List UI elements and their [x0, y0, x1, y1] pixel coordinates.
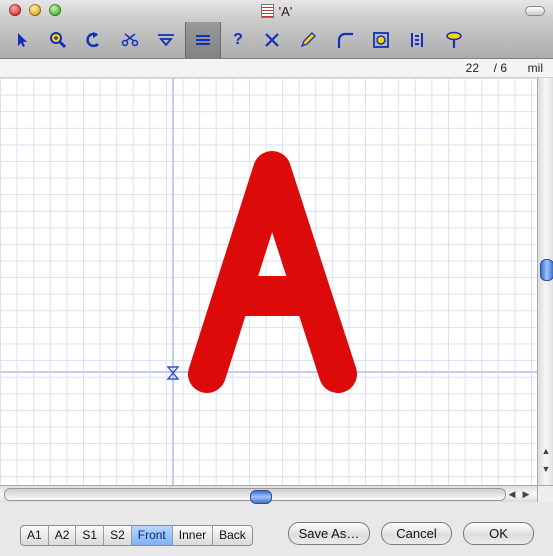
cancel-button[interactable]: Cancel — [381, 522, 452, 545]
document-icon — [260, 4, 274, 18]
layer-tab-a2[interactable]: A2 — [49, 526, 77, 545]
target-tool[interactable] — [367, 26, 395, 54]
rotate-icon — [86, 32, 99, 48]
cross-icon — [265, 33, 279, 47]
stroke-width-value: 22 — [465, 61, 479, 75]
cross-tool[interactable] — [258, 26, 286, 54]
corner-tool[interactable] — [331, 26, 359, 54]
lines-tool[interactable] — [185, 22, 221, 58]
pen-icon — [300, 32, 316, 48]
target-icon — [373, 32, 389, 48]
toolbar: ? — [0, 22, 553, 59]
scroll-right-arrow-icon[interactable]: ▶ — [520, 488, 532, 500]
help-tool[interactable]: ? — [224, 26, 252, 54]
horizontal-scroll-thumb[interactable] — [250, 490, 272, 504]
cut-icon — [121, 33, 139, 47]
stroke-ratio-value: / 6 — [493, 61, 507, 75]
pen-tool[interactable] — [294, 26, 322, 54]
funnel-tool[interactable] — [152, 26, 180, 54]
resize-corner[interactable] — [537, 485, 553, 502]
zoom-in-icon — [50, 32, 67, 49]
layer-tab-a1[interactable]: A1 — [21, 526, 49, 545]
zoom-tool[interactable] — [44, 26, 72, 54]
horizontal-scroll-track[interactable] — [4, 488, 506, 504]
glyph-outline[interactable] — [0, 78, 537, 485]
cut-tool[interactable] — [116, 26, 144, 54]
layer-selector: A1 A2 S1 S2 Front Inner Back — [20, 525, 253, 546]
select-arrow-icon — [18, 33, 27, 47]
glyph-canvas[interactable] — [0, 78, 537, 485]
align-icon — [411, 33, 423, 47]
toolbar-toggle-button[interactable] — [525, 6, 545, 16]
ok-button[interactable]: OK — [463, 522, 534, 545]
layer-tab-front[interactable]: Front — [131, 526, 173, 545]
help-icon: ? — [233, 31, 243, 48]
horizontal-scrollbar[interactable]: ◀ ▶ — [0, 485, 537, 504]
unit-label: mil — [527, 61, 543, 75]
lines-icon — [196, 35, 210, 45]
scroll-up-arrow-icon[interactable]: ▲ — [541, 446, 551, 456]
funnel-icon — [158, 34, 174, 47]
select-tool[interactable] — [8, 26, 36, 54]
pin-tool[interactable] — [440, 26, 468, 54]
layer-tab-back[interactable]: Back — [213, 526, 252, 545]
align-tool[interactable] — [403, 26, 431, 54]
pin-icon — [446, 31, 462, 48]
scroll-left-arrow-icon[interactable]: ◀ — [506, 488, 518, 500]
window-title-wrap: 'A' — [0, 4, 553, 19]
layer-tab-s2[interactable]: S2 — [104, 526, 132, 545]
corner-arc-icon — [337, 32, 353, 48]
layer-tab-s1[interactable]: S1 — [76, 526, 105, 545]
rotate-tool[interactable] — [80, 26, 108, 54]
vertical-scrollbar[interactable]: ▲ ▼ — [537, 78, 553, 485]
layer-tab-inner[interactable]: Inner — [173, 526, 214, 545]
scroll-down-arrow-icon[interactable]: ▼ — [541, 464, 551, 474]
measurement-bar: 22 / 6 mil — [0, 59, 553, 78]
save-as-button[interactable]: Save As… — [288, 522, 370, 545]
title-bar: 'A' — [0, 0, 553, 22]
window-title: 'A' — [278, 4, 293, 19]
vertical-scroll-thumb[interactable] — [540, 259, 553, 281]
